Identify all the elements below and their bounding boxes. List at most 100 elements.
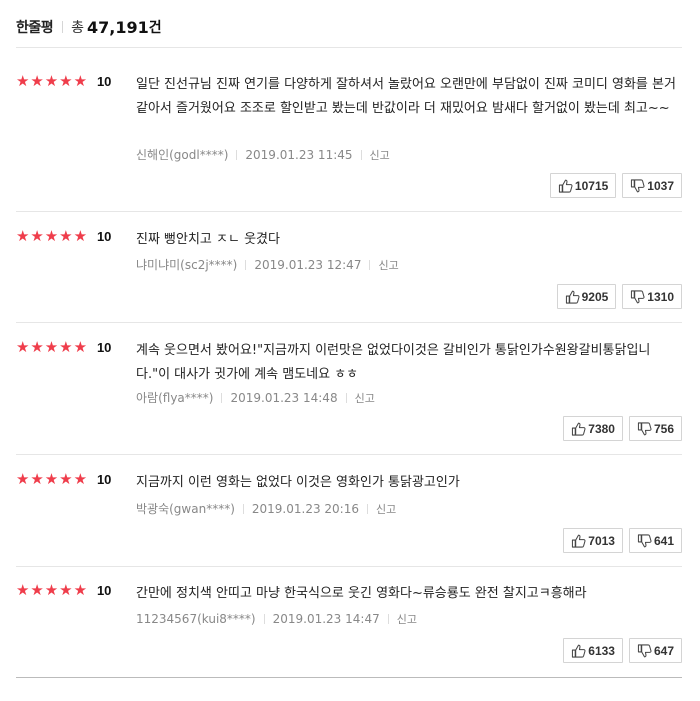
thumbs-up-icon bbox=[565, 290, 580, 304]
star-icon: ★ bbox=[16, 338, 30, 356]
like-button[interactable]: 9205 bbox=[556, 284, 617, 309]
review-date: 2019.01.23 12:47 bbox=[254, 257, 362, 272]
meta-separator bbox=[360, 149, 362, 160]
star-rating: ★ ★ ★ ★ ★ bbox=[16, 227, 88, 245]
dislike-count: 1037 bbox=[647, 178, 674, 193]
review-date: 2019.01.23 20:16 bbox=[251, 501, 359, 516]
star-icon: ★ bbox=[73, 227, 88, 245]
vote-buttons: 7380 756 bbox=[563, 416, 682, 441]
star-icon: ★ bbox=[44, 581, 59, 599]
review-item: ★ ★ ★ ★ ★ 10 지금까지 이런 영화는 없었다 이것은 영화인가 통닭광고인가 박광… bbox=[16, 470, 682, 566]
review-rating: ★ ★ ★ ★ ★ 10 bbox=[16, 72, 111, 90]
review-date: 2019.01.23 14:48 bbox=[230, 390, 338, 405]
report-link[interactable]: 신고 bbox=[378, 257, 398, 273]
like-button[interactable]: 7380 bbox=[563, 416, 623, 441]
review-divider bbox=[16, 566, 682, 567]
review-rating: ★ ★ ★ ★ ★ 10 bbox=[16, 581, 111, 599]
dislike-count: 1310 bbox=[647, 289, 674, 304]
review-author: 냐미냐미(sc2j****) bbox=[136, 258, 238, 272]
thumbs-down-icon bbox=[631, 289, 645, 303]
vote-buttons: 10715 1037 bbox=[549, 173, 682, 198]
dislike-button[interactable]: 641 bbox=[628, 528, 682, 553]
review-date: 2019.01.23 11:45 bbox=[245, 147, 353, 162]
review-meta: 냐미냐미(sc2j****) 2019.01.23 12:47 신고 bbox=[136, 256, 399, 273]
like-count: 6133 bbox=[588, 643, 615, 658]
report-link[interactable]: 신고 bbox=[376, 501, 396, 517]
thumbs-up-icon bbox=[572, 422, 586, 436]
star-icon: ★ bbox=[16, 470, 30, 488]
star-icon: ★ bbox=[73, 338, 88, 356]
like-button[interactable]: 7013 bbox=[563, 528, 623, 553]
review-divider bbox=[16, 677, 682, 678]
review-score: 10 bbox=[96, 339, 112, 355]
star-icon: ★ bbox=[30, 72, 44, 90]
review-score: 10 bbox=[96, 471, 112, 487]
like-count: 7013 bbox=[588, 533, 615, 548]
star-icon: ★ bbox=[73, 470, 88, 488]
dislike-count: 647 bbox=[653, 643, 674, 658]
star-icon: ★ bbox=[59, 227, 73, 245]
review-meta: 아람(flya****) 2019.01.23 14:48 신고 bbox=[136, 389, 375, 406]
thumbs-up-icon bbox=[572, 534, 586, 548]
thumbs-down-icon bbox=[637, 533, 652, 547]
dislike-button[interactable]: 1037 bbox=[622, 173, 682, 198]
star-icon: ★ bbox=[73, 72, 88, 90]
review-rating: ★ ★ ★ ★ ★ 10 bbox=[16, 338, 111, 356]
review-item: ★ ★ ★ ★ ★ 10 진짜 뻥안치고 ㅈㄴ 웃겼다 냐미냐미(sc2j****) 2019.… bbox=[16, 227, 682, 322]
review-count-prefix: 총 bbox=[71, 20, 85, 36]
thumbs-up-icon bbox=[572, 644, 586, 658]
meta-separator bbox=[221, 392, 223, 403]
meta-separator bbox=[263, 614, 265, 624]
star-icon: ★ bbox=[16, 581, 30, 599]
meta-separator bbox=[345, 392, 347, 403]
meta-separator bbox=[366, 503, 368, 514]
star-icon: ★ bbox=[59, 581, 73, 599]
meta-separator bbox=[369, 259, 371, 270]
review-meta: 신해인(godl****) 2019.01.23 11:45 신고 bbox=[136, 146, 390, 163]
thumbs-down-icon bbox=[631, 178, 645, 192]
vote-buttons: 6133 647 bbox=[563, 638, 682, 663]
meta-separator bbox=[236, 149, 238, 160]
report-link[interactable]: 신고 bbox=[370, 147, 390, 163]
star-icon: ★ bbox=[16, 227, 30, 245]
review-author: 박광숙(gwan****) bbox=[136, 502, 235, 516]
review-count-unit: 건 bbox=[148, 20, 162, 36]
review-author: 신해인(godl****) bbox=[136, 148, 229, 162]
star-icon: ★ bbox=[44, 338, 59, 356]
review-text: 일단 진선규님 진짜 연기를 다양하게 잘하셔서 놀랐어요 오랜만에 부담없이 … bbox=[136, 77, 676, 116]
review-author: 11234567(kui8****) bbox=[136, 612, 256, 626]
dislike-button[interactable]: 1310 bbox=[622, 284, 682, 309]
header-separator bbox=[62, 21, 64, 33]
star-icon: ★ bbox=[59, 72, 73, 90]
review-score: 10 bbox=[96, 73, 112, 89]
report-link[interactable]: 신고 bbox=[355, 390, 375, 406]
review-item: ★ ★ ★ ★ ★ 10 일단 진선규님 진짜 연기를 다양하게 잘하셔서 놀랐어요 오랜만… bbox=[16, 72, 682, 211]
star-icon: ★ bbox=[44, 470, 59, 488]
star-icon: ★ bbox=[44, 227, 59, 245]
thumbs-down-icon bbox=[637, 643, 652, 657]
review-rating: ★ ★ ★ ★ ★ 10 bbox=[16, 470, 111, 488]
star-rating: ★ ★ ★ ★ ★ bbox=[16, 338, 88, 356]
like-button[interactable]: 10715 bbox=[549, 173, 617, 198]
review-text: 계속 웃으면서 봤어요!"지금까지 이런맛은 없었다이것은 갈비인가 통닭인가수… bbox=[136, 343, 651, 382]
meta-separator bbox=[245, 259, 247, 270]
star-icon: ★ bbox=[16, 72, 30, 90]
thumbs-up-icon bbox=[558, 179, 573, 193]
review-header: 한줄평 총 47,191 건 bbox=[16, 16, 162, 38]
dislike-count: 756 bbox=[653, 421, 674, 436]
like-button[interactable]: 6133 bbox=[563, 638, 623, 663]
star-icon: ★ bbox=[30, 470, 44, 488]
meta-separator bbox=[242, 503, 244, 514]
meta-separator bbox=[387, 614, 389, 624]
dislike-button[interactable]: 756 bbox=[628, 416, 682, 441]
dislike-button[interactable]: 647 bbox=[628, 638, 682, 663]
like-count: 9205 bbox=[581, 289, 609, 304]
review-rating: ★ ★ ★ ★ ★ 10 bbox=[16, 227, 111, 245]
review-meta: 11234567(kui8****) 2019.01.23 14:47 신고 bbox=[136, 611, 417, 627]
review-meta: 박광숙(gwan****) 2019.01.23 20:16 신고 bbox=[136, 500, 396, 517]
star-icon: ★ bbox=[73, 581, 88, 599]
header-divider bbox=[16, 47, 682, 48]
review-score: 10 bbox=[96, 582, 112, 598]
report-link[interactable]: 신고 bbox=[397, 611, 417, 627]
like-count: 7380 bbox=[588, 421, 615, 436]
